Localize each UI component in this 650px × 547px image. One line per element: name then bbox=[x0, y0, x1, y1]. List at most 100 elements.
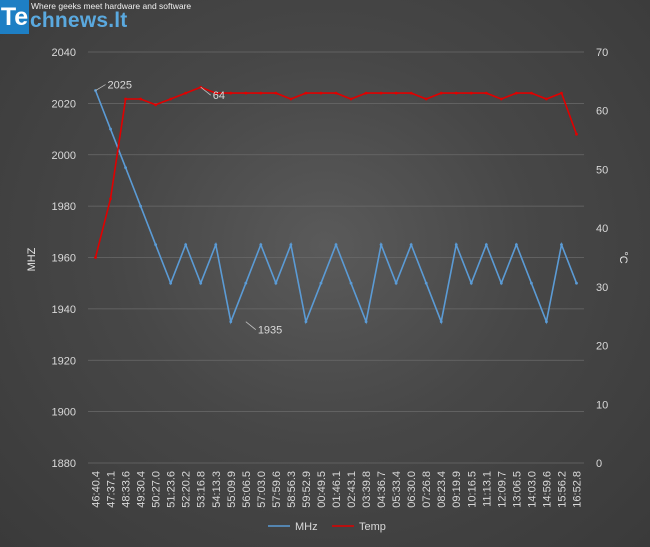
data-point-temp bbox=[289, 97, 293, 101]
x-tick-label: 47:37.1 bbox=[106, 471, 118, 508]
data-point-mhz bbox=[289, 243, 293, 247]
y-tick-label: 1880 bbox=[52, 458, 76, 470]
x-tick-label: 59:52.9 bbox=[301, 471, 313, 508]
x-tick-label: 58:56.3 bbox=[286, 471, 298, 508]
x-tick-label: 06:30.0 bbox=[406, 471, 418, 508]
x-tick-label: 15:56.2 bbox=[556, 471, 568, 508]
data-point-temp bbox=[274, 91, 278, 95]
x-tick-label: 12:09.7 bbox=[496, 471, 508, 508]
data-point-mhz bbox=[484, 243, 488, 247]
x-tick-label: 53:16.8 bbox=[196, 471, 208, 508]
data-point-temp bbox=[409, 91, 413, 95]
x-tick-label: 16:52.8 bbox=[571, 471, 583, 508]
data-point-mhz bbox=[319, 281, 323, 285]
annotation-leader bbox=[95, 84, 106, 91]
data-point-temp bbox=[304, 91, 308, 95]
x-tick-label: 01:46.1 bbox=[331, 471, 343, 508]
x-tick-label: 02:43.1 bbox=[346, 471, 358, 508]
x-tick-label: 52:20.2 bbox=[181, 471, 193, 508]
data-point-mhz bbox=[545, 320, 548, 324]
x-tick-label: 51:23.6 bbox=[166, 471, 178, 508]
data-point-temp bbox=[469, 91, 473, 95]
data-label: 2025 bbox=[108, 80, 132, 92]
data-point-mhz bbox=[169, 281, 173, 285]
logo-letter-box: Te bbox=[0, 0, 29, 34]
data-point-mhz bbox=[124, 166, 127, 169]
x-tick-label: 54:13.3 bbox=[211, 471, 223, 508]
y2-tick-label: 20 bbox=[596, 341, 608, 353]
data-point-temp bbox=[394, 91, 398, 95]
data-point-mhz bbox=[409, 243, 413, 247]
y-tick-label: 1980 bbox=[52, 201, 76, 213]
x-tick-label: 46:40.4 bbox=[91, 471, 103, 508]
data-label: 64 bbox=[213, 90, 225, 102]
y2-tick-label: 40 bbox=[596, 223, 608, 235]
y2-tick-label: 10 bbox=[596, 399, 608, 411]
data-point-mhz bbox=[244, 281, 248, 285]
data-point-temp bbox=[169, 97, 173, 101]
data-point-temp bbox=[379, 91, 383, 95]
data-point-mhz bbox=[575, 281, 578, 285]
data-point-mhz bbox=[349, 281, 353, 285]
data-point-temp bbox=[139, 97, 143, 101]
x-tick-label: 11:13.1 bbox=[481, 471, 493, 507]
data-point-temp bbox=[109, 197, 112, 201]
x-tick-label: 04:36.7 bbox=[376, 471, 388, 508]
x-tick-label: 14:59.6 bbox=[541, 471, 553, 508]
chart-area: 1880 1900 1920 1940 1960 1980 2000 2020 2040 0 10 2… bbox=[0, 0, 650, 547]
y-tick-label: 1900 bbox=[52, 407, 76, 419]
data-point-mhz bbox=[154, 243, 158, 247]
data-point-temp bbox=[454, 91, 458, 95]
data-point-temp bbox=[575, 132, 578, 136]
data-point-mhz bbox=[184, 243, 188, 247]
logo-wordmark: chnews.lt bbox=[30, 9, 128, 32]
x-tick-label: 14:03.0 bbox=[526, 471, 538, 508]
data-point-mhz bbox=[139, 204, 143, 208]
y-tick-label: 2040 bbox=[52, 47, 76, 59]
data-point-temp bbox=[499, 97, 503, 101]
annotation-leader bbox=[245, 321, 257, 331]
data-point-mhz bbox=[560, 243, 563, 247]
data-label: 1935 bbox=[258, 325, 282, 337]
y2-tick-label: 60 bbox=[596, 106, 608, 118]
y-tick-label: 2000 bbox=[52, 150, 76, 162]
data-point-mhz bbox=[304, 320, 308, 324]
y2-tick-label: 30 bbox=[596, 282, 608, 294]
data-point-temp bbox=[319, 91, 323, 95]
data-point-temp bbox=[334, 91, 338, 95]
data-point-temp bbox=[349, 97, 353, 101]
data-point-mhz bbox=[109, 127, 112, 131]
data-point-mhz bbox=[439, 320, 443, 324]
data-point-mhz bbox=[529, 281, 533, 285]
data-point-temp bbox=[560, 91, 563, 95]
y-tick-label: 1960 bbox=[52, 253, 76, 265]
data-point-temp bbox=[229, 91, 233, 95]
x-tick-label: 50:27.0 bbox=[151, 471, 163, 508]
x-tick-label: 57:59.6 bbox=[271, 471, 283, 508]
y-tick-label: 1920 bbox=[52, 355, 76, 367]
data-point-mhz bbox=[394, 281, 398, 285]
data-point-temp bbox=[184, 91, 188, 95]
data-point-mhz bbox=[229, 320, 233, 324]
data-point-mhz bbox=[274, 281, 278, 285]
x-tick-label: 13:06.5 bbox=[511, 471, 523, 508]
data-point-mhz bbox=[499, 281, 503, 285]
y2-axis-title: °C bbox=[617, 251, 629, 263]
series-line-temp bbox=[94, 86, 578, 258]
data-point-temp bbox=[514, 91, 518, 95]
data-point-temp bbox=[154, 103, 158, 107]
x-tick-label: 03:39.8 bbox=[361, 471, 373, 508]
line-chart: 1880190019201940196019802000202020400102… bbox=[26, 47, 629, 533]
y-tick-label: 2020 bbox=[52, 98, 76, 110]
y2-tick-label: 0 bbox=[596, 458, 602, 470]
site-logo[interactable]: Te Where geeks meet hardware and softwar… bbox=[0, 0, 191, 34]
y-tick-label: 1940 bbox=[52, 304, 76, 316]
data-point-mhz bbox=[364, 320, 368, 324]
x-tick-label: 07:26.8 bbox=[421, 471, 433, 508]
x-tick-label: 10:16.5 bbox=[466, 471, 478, 508]
x-tick-label: 56:06.5 bbox=[241, 471, 253, 508]
data-point-temp bbox=[124, 97, 127, 101]
data-point-mhz bbox=[454, 243, 458, 247]
data-point-mhz bbox=[379, 243, 383, 247]
data-point-temp bbox=[259, 91, 263, 95]
